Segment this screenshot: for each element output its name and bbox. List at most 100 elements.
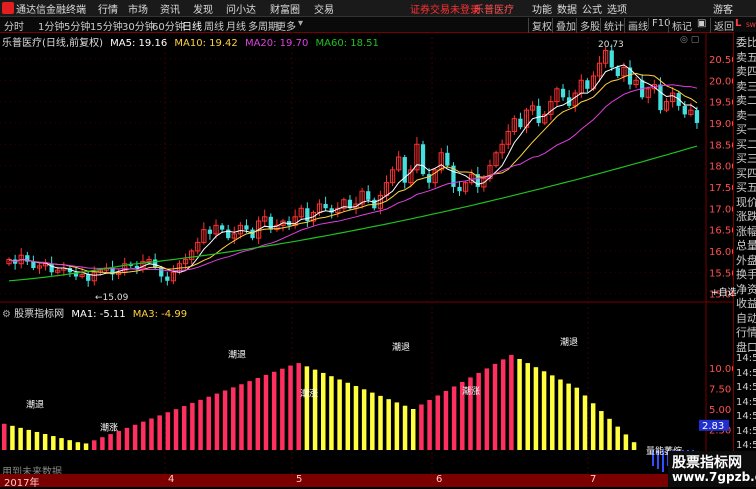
- indicator-bar: [410, 409, 416, 450]
- indicator-bar: [304, 366, 310, 450]
- indicator-bar: [533, 367, 539, 450]
- menu-market-list[interactable]: 市场: [128, 1, 148, 16]
- indicator-bar: [517, 358, 522, 450]
- kline-chart[interactable]: 20.50 20.00 19.50 19.00 18.50 18.00 17.50 17.00…: [0, 32, 733, 474]
- indicator-bars: [2, 354, 694, 472]
- ma10-value: MA10: 19.42: [174, 38, 238, 49]
- indicator-bar: [91, 440, 97, 450]
- period-monthly[interactable]: 月线: [226, 18, 246, 33]
- candle-body: [560, 88, 566, 98]
- date-month-4: 4: [168, 474, 175, 485]
- indicator-bar: [280, 368, 285, 450]
- panel-row: 14:50: [736, 425, 756, 437]
- indicator-bar: [541, 371, 547, 450]
- indicator-bar: [263, 374, 269, 450]
- indicator-annotation: 潮退: [392, 341, 410, 353]
- indicator-bar: [288, 365, 293, 450]
- candle-body: [250, 229, 255, 239]
- period-daily[interactable]: 日线: [182, 18, 202, 33]
- indicator-bar: [378, 395, 383, 450]
- stats-button[interactable]: 统计: [600, 18, 624, 33]
- price-label: 19.50: [709, 98, 733, 109]
- candle-body: [165, 276, 170, 281]
- chart-controls-icon[interactable]: ◎ ▢: [680, 35, 699, 45]
- candle-body: [658, 84, 663, 111]
- candle-body: [457, 186, 462, 192]
- indicator-bar: [83, 443, 89, 450]
- menu-formula[interactable]: 公式: [582, 1, 602, 16]
- quote-side-panel: 委比 卖五 卖四 卖三 卖二 卖一 买一 买二 买三 买四 买五 现价 涨跌 涨幅 总量 外盘 换手 净资 收益 自动…: [733, 32, 756, 487]
- date-month-7: 7: [590, 474, 597, 485]
- high-price-label: 20.73: [598, 40, 624, 50]
- indicator-gear-icon[interactable]: ⚙: [2, 309, 11, 320]
- indicator-bar: [509, 354, 514, 450]
- price-label: 16.50: [709, 226, 733, 237]
- price-label: 19.00: [709, 119, 733, 130]
- indicator-annotation: 潮退: [560, 336, 578, 348]
- indicator-bar: [108, 434, 113, 450]
- candle-body: [518, 118, 523, 128]
- indicator-name: 股票指标网: [14, 309, 65, 320]
- period-5min[interactable]: 5分钟: [64, 18, 90, 33]
- ma60-value: MA60: 18.51: [315, 38, 379, 49]
- adjust-button[interactable]: 复权: [528, 18, 552, 33]
- indicator-bar: [124, 427, 130, 450]
- multi-stock-button[interactable]: 多股: [576, 18, 600, 33]
- indicator-bar: [321, 372, 326, 450]
- more-chevron-icon[interactable]: ▾: [298, 18, 303, 29]
- candle-body: [585, 80, 590, 89]
- candle-body: [86, 274, 91, 281]
- indicator-bar: [484, 368, 490, 450]
- candle-body: [420, 144, 426, 175]
- candle-body: [609, 50, 614, 68]
- indicator-bar: [443, 390, 449, 450]
- indicator-bar: [574, 387, 580, 450]
- menu-ask[interactable]: 问小达: [226, 1, 256, 16]
- menu-trade[interactable]: 交易: [314, 1, 334, 16]
- indicator-annotation: 潮退: [26, 398, 44, 410]
- menu-discover[interactable]: 发现: [193, 1, 213, 16]
- period-15min[interactable]: 15分钟: [90, 18, 123, 33]
- panel-label-l: L: [735, 18, 742, 29]
- period-more[interactable]: 更多: [276, 18, 296, 33]
- period-60min[interactable]: 60分钟: [152, 18, 185, 33]
- menu-options[interactable]: 选项: [607, 1, 627, 16]
- period-1min[interactable]: 1分钟: [38, 18, 64, 33]
- indicator-annotation: 潮涨: [100, 421, 118, 433]
- panel-row: 14:50: [736, 411, 756, 422]
- price-axis: 20.50 20.00 19.50 19.00 18.50 18.00 17.50 17.00…: [26, 40, 733, 457]
- candle-body: [268, 216, 273, 230]
- back-button[interactable]: 返回: [710, 18, 734, 33]
- draw-line-button[interactable]: 画线: [624, 18, 648, 33]
- indicator-bar: [231, 387, 236, 450]
- menu-bar: 通达信金融终端 行情 市场 资讯 发现 问小达 财富圈 交易 证券交易未登录 乐…: [0, 0, 756, 17]
- mark-button[interactable]: 标记: [668, 18, 692, 33]
- indicator-bar: [100, 437, 105, 450]
- price-label: 20.00: [709, 76, 733, 87]
- stock-period-label: 乐普医疗(日线,前复权): [2, 38, 103, 49]
- indicator-bar: [198, 399, 203, 450]
- menu-data[interactable]: 数据: [557, 1, 577, 16]
- menu-news[interactable]: 资讯: [160, 1, 180, 16]
- indicator-bar: [181, 406, 187, 450]
- period-timeshare[interactable]: 分时: [4, 18, 24, 33]
- overlay-button[interactable]: 叠加: [552, 18, 576, 33]
- help-icon[interactable]: ▣: [694, 18, 706, 29]
- ma20-value: MA20: 19.70: [244, 38, 309, 49]
- price-label: 18.50: [709, 140, 733, 151]
- sub-axis-label: 5.00: [709, 405, 731, 416]
- menu-function[interactable]: 功能: [532, 1, 552, 16]
- sub-info-line: ⚙ 股票指标网 MA1: -5.11 MA3: -4.99: [2, 305, 187, 320]
- add-favorite-button[interactable]: +自选: [711, 285, 737, 298]
- login-warning[interactable]: 证券交易未登录: [410, 1, 480, 16]
- period-multi[interactable]: 多周期: [248, 18, 278, 33]
- period-30min[interactable]: 30分钟: [122, 18, 155, 33]
- menu-wealth[interactable]: 财富圈: [270, 1, 300, 16]
- candle-body: [134, 265, 140, 268]
- menu-guest[interactable]: 游客: [713, 1, 733, 16]
- period-weekly[interactable]: 周线: [204, 18, 224, 33]
- indicator-bar: [615, 426, 620, 450]
- indicator-bar: [75, 442, 81, 450]
- indicator-bar: [116, 430, 122, 450]
- menu-market[interactable]: 行情: [98, 1, 118, 16]
